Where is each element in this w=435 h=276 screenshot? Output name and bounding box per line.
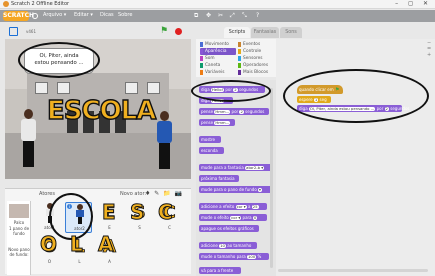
block-change-effect[interactable]: adicione a efeito cor ▾ a 25: [199, 203, 267, 210]
category-motion[interactable]: Movimento: [200, 41, 236, 48]
stage-toolbar: v461 ⚑: [4, 26, 189, 38]
building-window: [35, 82, 48, 94]
block-set-size[interactable]: mude o tamanho para 100 %: [199, 253, 269, 260]
menu-file[interactable]: Arquivo ▾: [43, 12, 66, 18]
script-area[interactable]: [276, 39, 435, 276]
sprite-person-icon: [46, 203, 54, 223]
category-looks[interactable]: Aparência: [200, 48, 236, 55]
new-sprite-label: Novo ator:: [120, 191, 147, 197]
annotation-letter-e: E: [102, 200, 117, 224]
category-pen[interactable]: Caneta: [200, 62, 236, 69]
language-globe-icon[interactable]: [32, 13, 38, 19]
sprite-student-left[interactable]: [19, 109, 39, 169]
say-for-secs-block[interactable]: diga Oi, Piter, ainda estou pensando ...…: [297, 105, 409, 112]
category-more-blocks[interactable]: Mais Blocos: [238, 69, 274, 76]
sprite-name: S: [138, 225, 141, 230]
building-window: [125, 82, 138, 94]
annotation-letter-o: O: [39, 232, 58, 256]
when-flag-clicked-block[interactable]: quando clicar em ⚑: [297, 85, 343, 94]
category-variables[interactable]: Variáveis: [200, 69, 236, 76]
title-bar: Scratch 2 Offline Editor – ◻ ✕: [0, 0, 435, 9]
annotation-letter-s: S: [129, 200, 145, 224]
tab-sounds[interactable]: Sons: [280, 27, 302, 38]
block-switch-backdrop[interactable]: mude para o pano de fundo ▾: [199, 186, 273, 193]
menu-edit[interactable]: Editar ▾: [74, 12, 93, 18]
block-set-effect[interactable]: mude o efeito cor ▾ para 0: [199, 214, 267, 221]
annotation-letter-l: L: [70, 232, 84, 256]
block-show[interactable]: mostre: [199, 136, 221, 143]
block-think-for-secs[interactable]: pense Hmm... por 2 segundos: [199, 108, 269, 115]
zoom-controls[interactable]: − = +: [427, 40, 431, 58]
category-control[interactable]: Controle: [238, 48, 274, 55]
block-say[interactable]: diga Hello!: [199, 97, 233, 104]
block-think[interactable]: pense Hmm...: [199, 119, 235, 126]
stage-label: Palco: [13, 220, 25, 225]
stage-thumbnail[interactable]: Palco 1 pano de fundo Novo pano de fundo…: [7, 201, 31, 275]
green-flag-icon: ⚑: [334, 87, 340, 93]
escola-sign: ESCOLA: [46, 96, 157, 126]
window-controls[interactable]: – ◻ ✕: [395, 0, 432, 7]
sprite-name: A: [108, 259, 111, 264]
speech-bubble: Oi, Piter, ainda estou pensando ...: [24, 48, 94, 74]
fullscreen-icon[interactable]: [9, 27, 18, 36]
building-window: [57, 82, 70, 94]
sprite-name: ator1: [44, 225, 55, 230]
palette-scrollbar[interactable]: [270, 88, 273, 268]
block-palette: diga Hello! por 2 segundos diga Hello! p…: [196, 80, 276, 276]
block-clear-effects[interactable]: apague os efeitos gráficos: [199, 225, 259, 232]
speech-line-1: Oi, Piter, ainda: [39, 53, 79, 59]
script-scrollbar[interactable]: [278, 269, 428, 272]
block-categories: Movimento Aparência Som Caneta Variáveis…: [196, 39, 276, 77]
sprite-name: O: [47, 259, 52, 264]
green-flag-icon[interactable]: ⚑: [160, 26, 168, 36]
tab-scripts[interactable]: Scripts: [224, 27, 250, 38]
speech-line-2: estou pensando ...: [34, 60, 84, 66]
delete-tool-icon[interactable]: ✂: [218, 12, 223, 19]
version-label: v461: [26, 29, 37, 34]
category-events[interactable]: Eventos: [238, 41, 274, 48]
block-say-for-secs[interactable]: diga Hello! por 2 segundos: [199, 86, 265, 93]
sprites-header: Atores: [39, 191, 55, 197]
sprite-name: C: [168, 225, 171, 230]
block-change-size[interactable]: adicione 10 ao tamanho: [199, 242, 257, 249]
sprite-name: E: [108, 225, 111, 230]
duplicate-tool-icon[interactable]: ⧉: [194, 12, 198, 20]
sprite-person-icon: [76, 204, 84, 224]
window-title: Scratch 2 Offline Editor: [11, 1, 70, 7]
grow-tool-icon[interactable]: ⤢: [230, 12, 235, 20]
stage-sub-label: 1 pano de fundo: [8, 226, 30, 236]
category-sensing[interactable]: Sensores: [238, 55, 274, 62]
move-tool-icon[interactable]: ✥: [206, 12, 211, 19]
sprite-name: L: [78, 259, 81, 264]
app-icon: [3, 1, 9, 7]
stop-icon[interactable]: [175, 28, 182, 35]
category-sound[interactable]: Som: [200, 55, 236, 62]
zoom-in-icon[interactable]: +: [427, 52, 431, 58]
stage-mini-icon: [9, 204, 29, 218]
block-next-costume[interactable]: próxima fantasia: [199, 175, 239, 182]
building-window: [147, 82, 160, 94]
block-switch-costume[interactable]: mude para a fantasia ator2-b ▾: [199, 164, 273, 171]
annotation-letter-a: A: [97, 232, 114, 256]
menu-about[interactable]: Sobre: [118, 12, 132, 18]
menu-tips[interactable]: Dicas: [100, 12, 114, 18]
annotation-letter-c: C: [158, 200, 174, 224]
block-go-front[interactable]: vá para a frente: [199, 267, 241, 274]
block-hide[interactable]: esconda: [199, 147, 224, 154]
sprite-name: ator2: [74, 226, 85, 231]
new-sprite-icons[interactable]: ♦ ✎ 📁 📷: [145, 190, 183, 197]
menu-bar: SCRATCH Arquivo ▾ Editar ▾ Dicas Sobre ⧉…: [0, 10, 435, 22]
tab-costumes[interactable]: Fantasias: [251, 27, 279, 38]
sprite-student-right[interactable]: [155, 111, 175, 171]
scratch-logo[interactable]: SCRATCH: [3, 11, 34, 21]
shrink-tool-icon[interactable]: ⤡: [242, 12, 247, 20]
category-operators[interactable]: Operadores: [238, 62, 274, 69]
wait-block[interactable]: espere 1 seg: [297, 96, 331, 103]
sprite-tile[interactable]: ator1: [36, 202, 63, 233]
sprite-tile-selected[interactable]: i ator2: [65, 202, 92, 233]
help-tool-icon[interactable]: ?: [256, 12, 259, 19]
new-backdrop-label: Novo pano de fundo:: [8, 247, 30, 257]
editor-tabs: Scripts Fantasias Sons: [196, 27, 306, 38]
